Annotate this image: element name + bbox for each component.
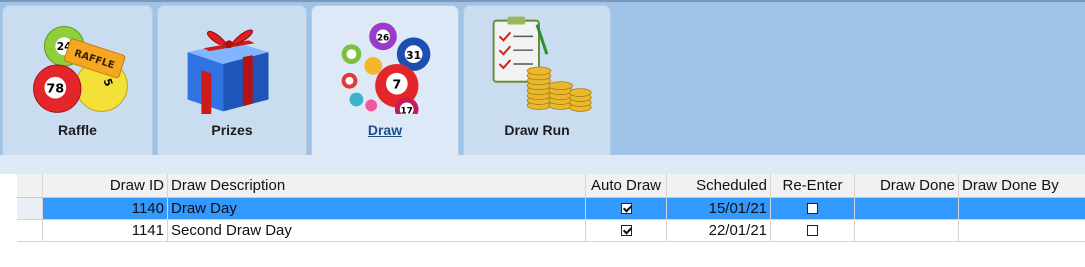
column-header-draw-done-by[interactable]: Draw Done By [959, 174, 1085, 197]
draw-description-cell[interactable]: Draw Day [168, 198, 586, 219]
draw-description-cell[interactable]: Second Draw Day [168, 220, 586, 241]
lottery-ball-label: 31 [406, 49, 421, 62]
tab-content-strip [0, 155, 1085, 174]
grid-header-row: Draw ID Draw Description Auto Draw Sched… [17, 174, 1085, 198]
auto-draw-checkbox[interactable] [620, 202, 632, 214]
lottery-ball-label: 7 [392, 78, 401, 93]
tab-label: Draw Run [504, 122, 570, 138]
tab-draw-run[interactable]: Draw Run [463, 5, 611, 157]
tab-label: Prizes [211, 122, 253, 138]
checklist-coins-icon [492, 16, 592, 112]
column-header-draw-done[interactable]: Draw Done [855, 174, 959, 197]
lottery-ball-label: 26 [377, 33, 389, 43]
re-enter-cell[interactable] [771, 198, 855, 219]
draw-done-by-cell[interactable] [959, 220, 1085, 241]
raffle-balls-icon: 24 5 RAFFLE 78 [33, 26, 128, 113]
draw-id-cell[interactable]: 1141 [43, 220, 168, 241]
table-row[interactable]: 1141 Second Draw Day 22/01/21 [17, 220, 1085, 242]
tab-label: Draw [367, 122, 403, 138]
gift-box-icon [187, 29, 269, 114]
auto-draw-checkbox[interactable] [620, 224, 632, 236]
lottery-balls-icon: 26 31 7 17 [341, 22, 431, 114]
row-indicator[interactable] [17, 220, 43, 241]
tab-draw[interactable]: 26 31 7 17 Draw [311, 5, 459, 157]
auto-draw-cell[interactable] [586, 198, 667, 219]
scheduled-cell[interactable]: 15/01/21 [667, 198, 771, 219]
lottery-ball-label: 17 [401, 106, 413, 114]
scheduled-cell[interactable]: 22/01/21 [667, 220, 771, 241]
draw-done-cell[interactable] [855, 220, 959, 241]
re-enter-checkbox[interactable] [807, 224, 818, 236]
tab-bar: 24 5 RAFFLE 78 Raffle Prizes 26 31 7 17 … [0, 0, 1085, 157]
column-header-draw-id[interactable]: Draw ID [43, 174, 168, 197]
column-header-re-enter[interactable]: Re-Enter [771, 174, 855, 197]
row-indicator[interactable] [17, 198, 43, 219]
draw-id-cell[interactable]: 1140 [43, 198, 168, 219]
column-header-draw-description[interactable]: Draw Description [168, 174, 586, 197]
auto-draw-cell[interactable] [586, 220, 667, 241]
column-header-auto-draw[interactable]: Auto Draw [586, 174, 667, 197]
re-enter-cell[interactable] [771, 220, 855, 241]
column-header-scheduled[interactable]: Scheduled [667, 174, 771, 197]
table-row[interactable]: 1140 Draw Day 15/01/21 [17, 198, 1085, 220]
draw-done-by-cell[interactable] [959, 198, 1085, 219]
tab-label: Raffle [58, 122, 97, 138]
tab-raffle[interactable]: 24 5 RAFFLE 78 Raffle [2, 5, 153, 157]
re-enter-checkbox[interactable] [807, 202, 818, 214]
draw-done-cell[interactable] [855, 198, 959, 219]
tab-prizes[interactable]: Prizes [157, 5, 307, 157]
draw-grid[interactable]: Draw ID Draw Description Auto Draw Sched… [17, 174, 1085, 267]
row-indicator-header [17, 174, 43, 197]
raffle-ball-label: 78 [46, 82, 64, 97]
